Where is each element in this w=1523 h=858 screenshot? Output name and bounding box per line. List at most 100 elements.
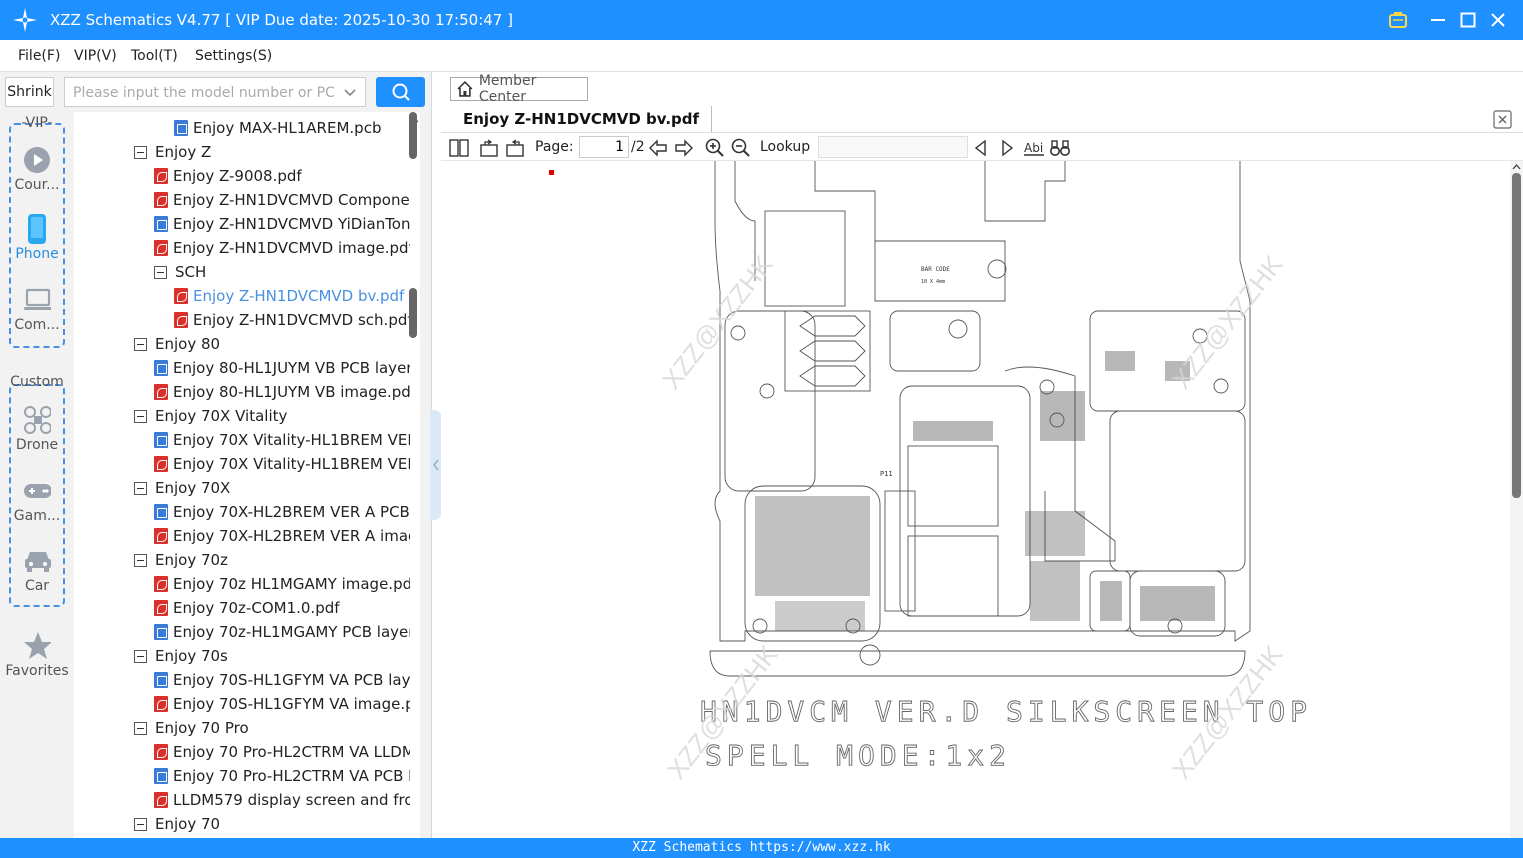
collapse-toggle-icon[interactable] xyxy=(134,409,147,423)
pcb-file-icon xyxy=(154,432,168,448)
zoom-out-button[interactable] xyxy=(730,137,752,159)
tree-file[interactable]: Enjoy 70S-HL1GFYM VA PCB layer. xyxy=(154,668,410,692)
page-number-input[interactable] xyxy=(579,136,629,158)
tree-file[interactable]: Enjoy 70z-COM1.0.pdf xyxy=(154,596,410,620)
zoom-in-button[interactable] xyxy=(704,137,726,159)
category-drone[interactable]: Drone xyxy=(0,405,74,469)
scrollbar-thumb[interactable] xyxy=(409,112,417,159)
two-page-view-button[interactable] xyxy=(448,137,470,159)
collapse-toggle-icon[interactable] xyxy=(134,481,147,495)
two-page-icon xyxy=(449,139,469,157)
tree-node-label: Enjoy 70 Pro-HL2CTRM VA PCB lay xyxy=(173,767,410,785)
collapse-toggle-icon[interactable] xyxy=(134,145,147,159)
collapse-toggle-icon[interactable] xyxy=(134,337,147,351)
find-all-button[interactable] xyxy=(1049,137,1071,159)
rotate-right-button[interactable] xyxy=(504,137,526,159)
close-button[interactable] xyxy=(1486,8,1510,32)
tree-file[interactable]: Enjoy Z-9008.pdf xyxy=(154,164,410,188)
rotate-left-button[interactable] xyxy=(478,137,500,159)
tree-scrollbar[interactable] xyxy=(408,112,420,838)
collapse-toggle-icon[interactable] xyxy=(134,817,147,831)
tree-file[interactable]: Enjoy MAX-HL1AREM.pcb xyxy=(174,116,410,140)
tree-file[interactable]: Enjoy 70S-HL1GFYM VA image.pdf xyxy=(154,692,410,716)
shrink-button[interactable]: Shrink xyxy=(5,77,54,107)
ref-p11: P11 xyxy=(880,470,893,478)
model-search-box[interactable] xyxy=(64,77,366,107)
document-pane: Member Center Enjoy Z-HN1DVCMVD bv.pdf P… xyxy=(441,72,1523,838)
vip-bag-icon[interactable] xyxy=(1386,8,1410,32)
scrollbar-thumb[interactable] xyxy=(1512,173,1521,498)
category-course[interactable]: Cour... xyxy=(0,145,74,209)
category-computer[interactable]: Com... xyxy=(0,285,74,349)
member-center-button[interactable]: Member Center xyxy=(450,73,588,105)
lookup-input[interactable] xyxy=(818,136,968,158)
tree-folder[interactable]: SCH xyxy=(154,260,410,284)
tree-node-label: Enjoy 70X-HL2BREM VER A image. xyxy=(173,527,410,545)
tree-file[interactable]: Enjoy Z-HN1DVCMVD YiDianTong xyxy=(154,212,410,236)
maximize-button[interactable] xyxy=(1456,8,1480,32)
scroll-up-icon[interactable] xyxy=(1511,163,1522,171)
close-tab-icon[interactable] xyxy=(1493,110,1512,129)
category-phone[interactable]: Phone xyxy=(0,214,74,278)
collapse-toggle-icon[interactable] xyxy=(154,265,167,279)
tree-node-label: Enjoy 80 xyxy=(155,335,221,353)
next-page-button[interactable] xyxy=(673,137,695,159)
tree-folder[interactable]: Enjoy 70X xyxy=(134,476,410,500)
tree-file[interactable]: Enjoy Z-HN1DVCMVD sch.pdf xyxy=(174,308,410,332)
match-case-button[interactable]: Abi xyxy=(1023,137,1045,159)
tree-folder[interactable]: Enjoy 70X Vitality xyxy=(134,404,410,428)
tree-folder[interactable]: Enjoy 70 Pro xyxy=(134,716,410,740)
tree-file[interactable]: LLDM579 display screen and front xyxy=(154,788,410,812)
tree-file[interactable]: Enjoy Z-HN1DVCMVD bv.pdf xyxy=(174,284,410,308)
zoom-in-icon xyxy=(705,138,724,157)
menu-tool[interactable]: Tool(T) xyxy=(131,48,178,64)
tree-node-label: Enjoy 70X Vitality-HL1BREM VER.B xyxy=(173,431,410,449)
menu-settings[interactable]: Settings(S) xyxy=(195,48,272,64)
barcode-size: 10 X 4mm xyxy=(921,279,945,285)
scrollbar-thumb[interactable] xyxy=(409,288,417,338)
member-center-label: Member Center xyxy=(478,73,537,105)
tree-file[interactable]: Enjoy 70z HL1MGAMY image.pdf xyxy=(154,572,410,596)
tree-file[interactable]: Enjoy 80-HL1JUYM VB PCB layer.pc xyxy=(154,356,410,380)
tree-file[interactable]: Enjoy 70 Pro-HL2CTRM VA PCB lay xyxy=(154,764,410,788)
tree-folder[interactable]: Enjoy Z xyxy=(134,140,410,164)
tree-folder[interactable]: Enjoy 70z xyxy=(134,548,410,572)
category-car[interactable]: Car xyxy=(0,546,74,610)
minimize-button[interactable] xyxy=(1426,8,1450,32)
category-label: Gam... xyxy=(13,508,61,524)
pdf-viewer[interactable]: BAR CODE 10 X 4mm P11 HN1DVCM VER.D SILK… xyxy=(441,161,1523,838)
collapse-toggle-icon[interactable] xyxy=(134,553,147,567)
tree-file[interactable]: Enjoy 70 Pro-HL2CTRM VA LLDM5 xyxy=(154,740,410,764)
tree-node-label: Enjoy Z-HN1DVCMVD Component xyxy=(173,191,410,209)
search-button[interactable] xyxy=(376,77,425,107)
chevron-down-icon[interactable] xyxy=(342,84,358,100)
prev-page-button[interactable] xyxy=(647,137,669,159)
tree-folder[interactable]: Enjoy 70 xyxy=(134,812,410,836)
tab-document[interactable]: Enjoy Z-HN1DVCMVD bv.pdf xyxy=(451,106,713,132)
collapse-toggle-icon[interactable] xyxy=(134,721,147,735)
category-favorites[interactable]: Favorites xyxy=(0,631,74,695)
tree-folder[interactable]: Enjoy 70s xyxy=(134,644,410,668)
tree-file[interactable]: Enjoy 70X Vitality-HL1BREM VER.B xyxy=(154,452,410,476)
tree-file[interactable]: Enjoy Z-HN1DVCMVD Component xyxy=(154,188,410,212)
tree-file[interactable]: Enjoy 70X-HL2BREM VER A image. xyxy=(154,524,410,548)
tree-file[interactable]: Enjoy 70X Vitality-HL1BREM VER.B xyxy=(154,428,410,452)
viewer-scrollbar[interactable] xyxy=(1510,161,1523,838)
tree-file[interactable]: Enjoy 70z-HL1MGAMY PCB layer.p xyxy=(154,620,410,644)
menu-vip[interactable]: VIP(V) xyxy=(74,48,117,64)
triangle-left-icon xyxy=(974,139,986,157)
search-input[interactable] xyxy=(73,83,335,103)
find-next-button[interactable] xyxy=(996,137,1018,159)
tree-node-label: Enjoy 70S-HL1GFYM VA PCB layer. xyxy=(173,671,410,689)
find-prev-button[interactable] xyxy=(970,137,992,159)
tree-file[interactable]: Enjoy 70X-HL2BREM VER A PCB lay xyxy=(154,500,410,524)
tree-file[interactable]: Enjoy Z-HN1DVCMVD image.pdf xyxy=(154,236,410,260)
tree-folder[interactable]: Enjoy 80 xyxy=(134,332,410,356)
collapse-toggle-icon[interactable] xyxy=(134,649,147,663)
pcb-file-icon xyxy=(154,624,168,640)
tree-file[interactable]: Enjoy 80-HL1JUYM VB image.pdf xyxy=(154,380,410,404)
category-label: Com... xyxy=(14,317,60,333)
category-game[interactable]: Gam... xyxy=(0,476,74,540)
pcb-file-icon xyxy=(154,672,168,688)
menu-file[interactable]: File(F) xyxy=(18,48,60,64)
